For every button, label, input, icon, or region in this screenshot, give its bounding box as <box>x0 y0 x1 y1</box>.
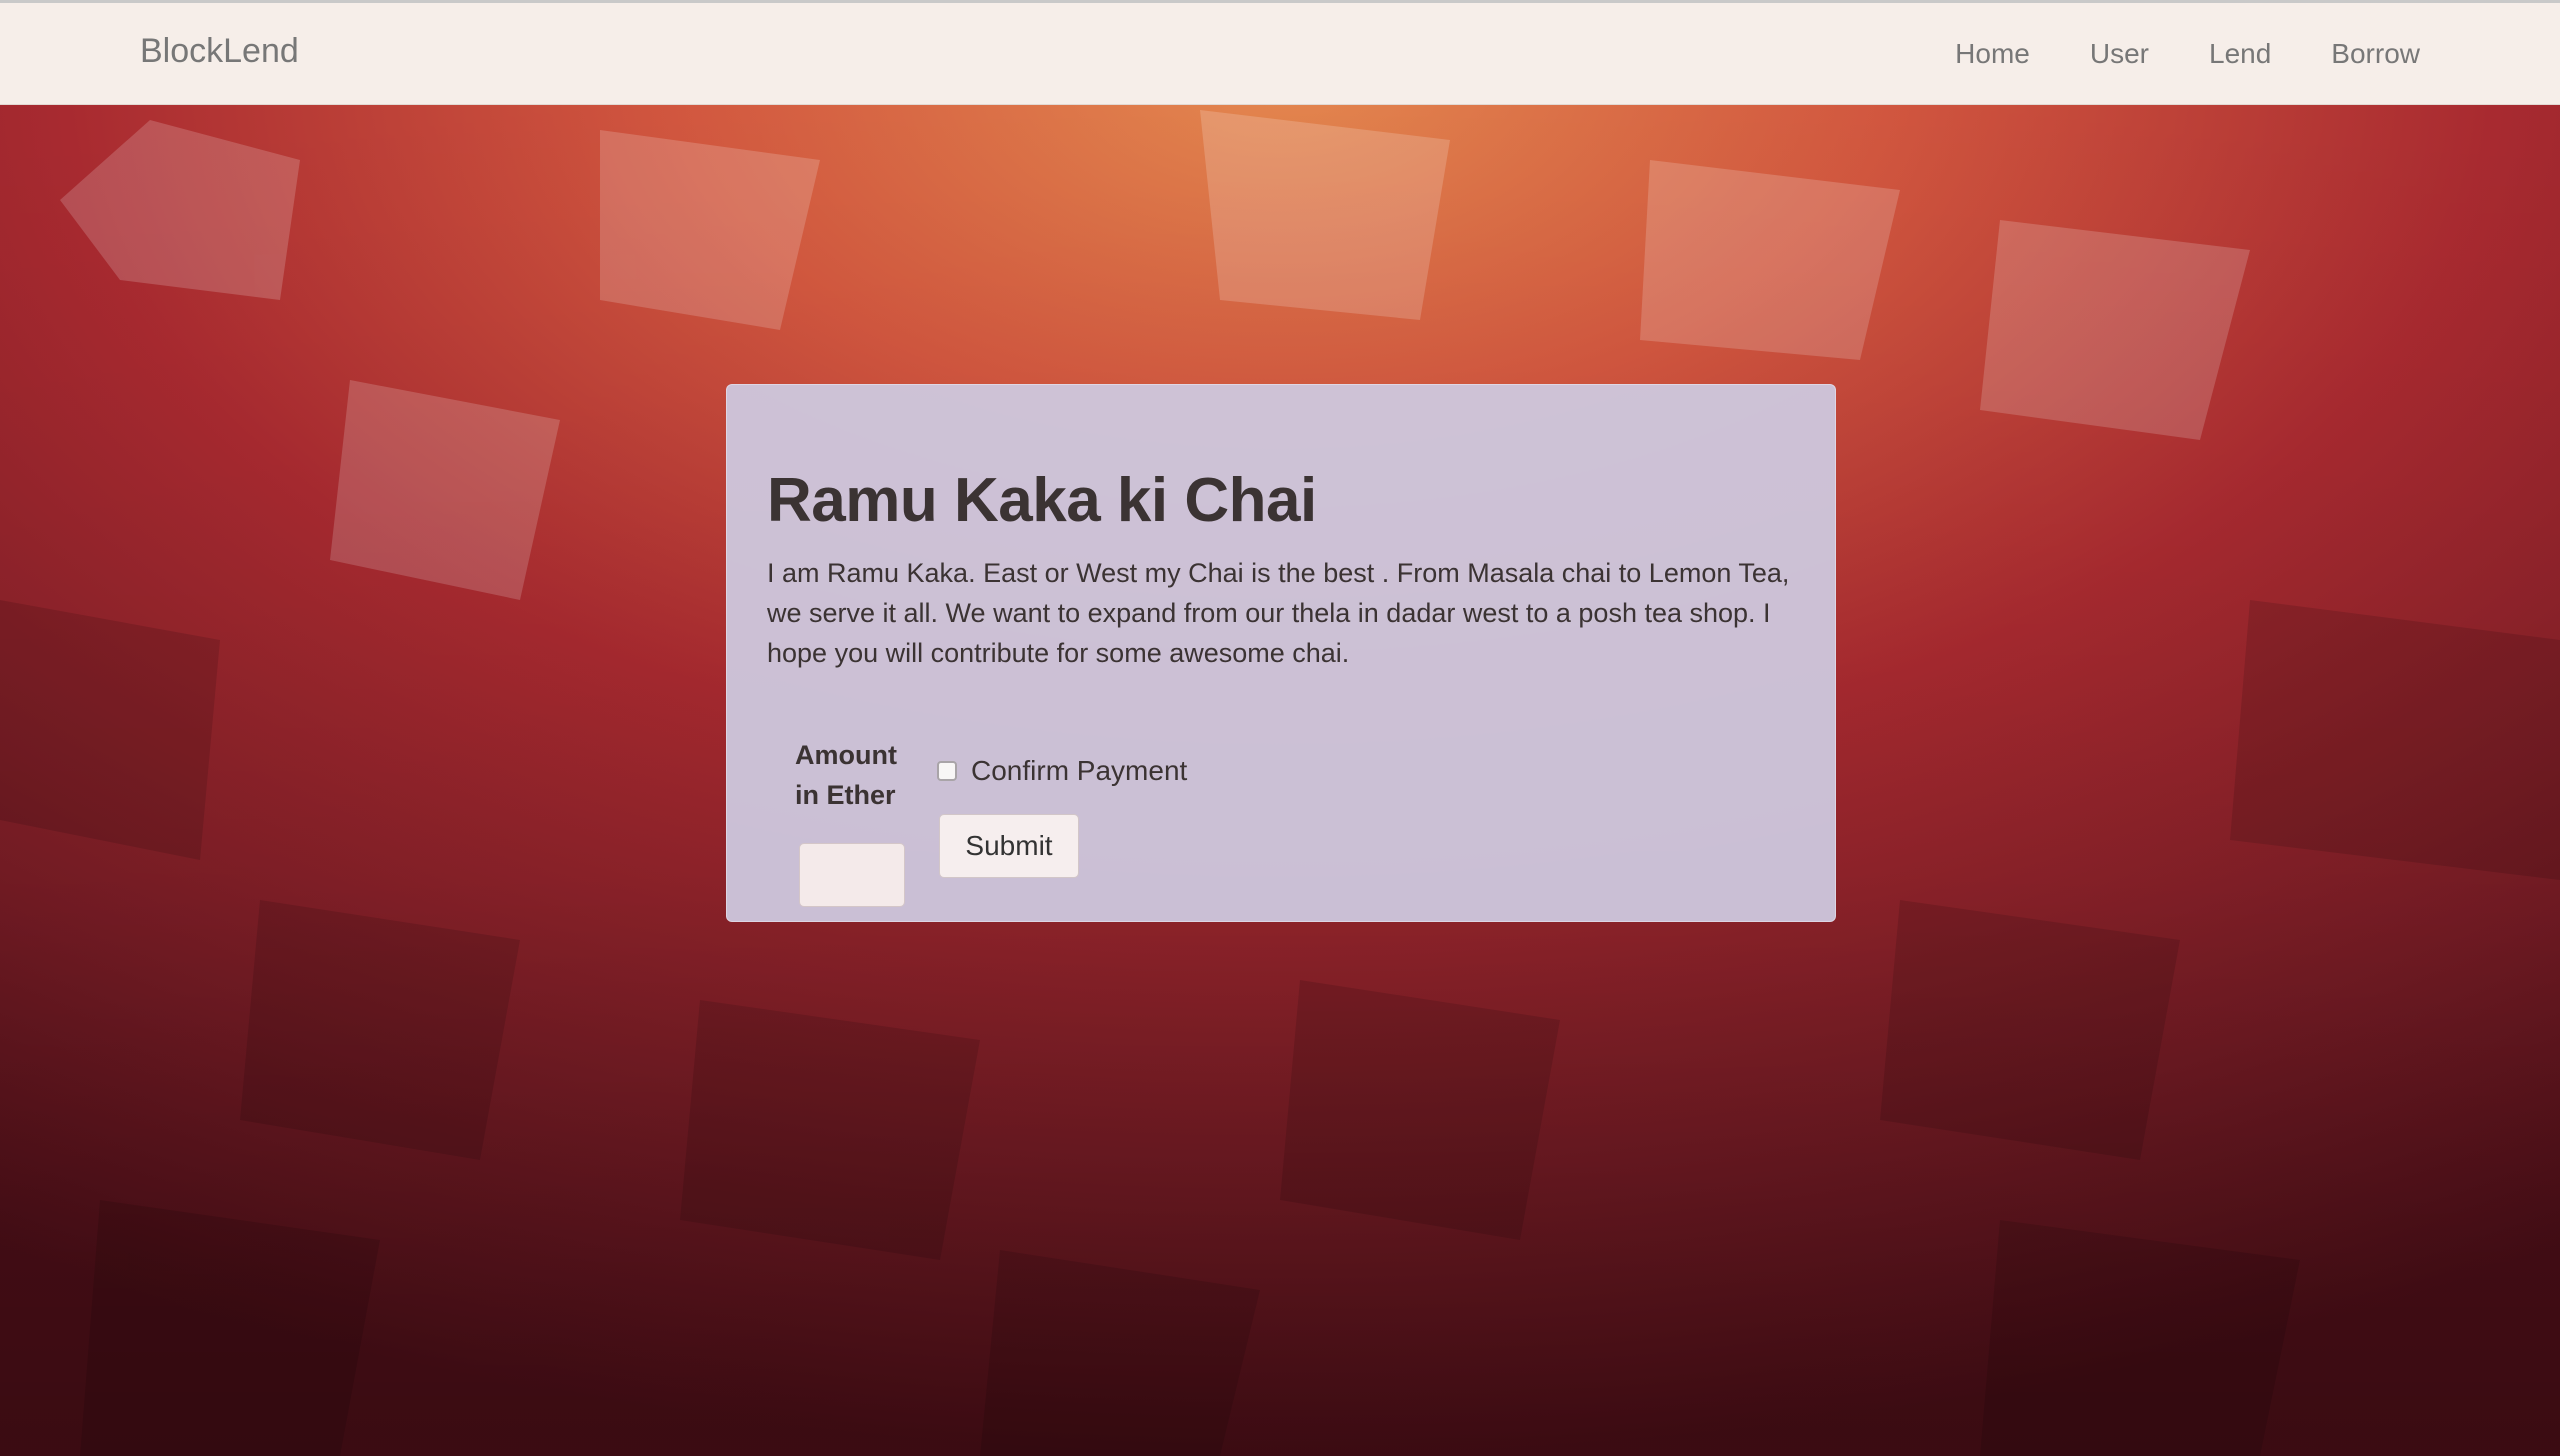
nav-link-borrow[interactable]: Borrow <box>2331 38 2420 70</box>
amount-field-group: Amount in Ether <box>795 735 915 907</box>
amount-label: Amount in Ether <box>795 740 897 810</box>
confirm-payment-row: Confirm Payment <box>937 755 1187 787</box>
campaign-description: I am Ramu Kaka. East or West my Chai is … <box>767 558 1790 668</box>
campaign-card: Ramu Kaka ki Chai I am Ramu Kaka. East o… <box>726 384 1836 922</box>
campaign-title: Ramu Kaka ki Chai <box>767 466 1317 535</box>
nav-link-home[interactable]: Home <box>1955 38 2030 70</box>
nav-links: Home User Lend Borrow <box>1955 38 2420 70</box>
nav-link-lend[interactable]: Lend <box>2209 38 2271 70</box>
top-navbar: BlockLend Home User Lend Borrow <box>0 0 2560 105</box>
confirm-payment-checkbox[interactable] <box>937 761 957 781</box>
nav-link-user[interactable]: User <box>2090 38 2149 70</box>
submit-button[interactable]: Submit <box>939 814 1079 878</box>
brand-logo[interactable]: BlockLend <box>140 32 299 71</box>
confirm-payment-label[interactable]: Confirm Payment <box>971 755 1187 787</box>
amount-input[interactable] <box>799 843 905 907</box>
